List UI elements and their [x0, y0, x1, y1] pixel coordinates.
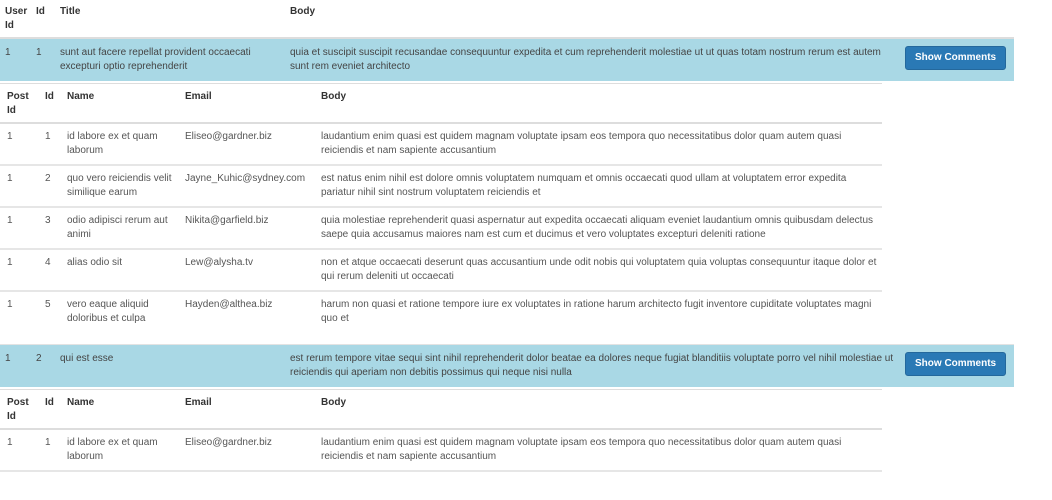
- post-title: sunt aut facere repellat provident occae…: [55, 37, 285, 81]
- comment-body: laudantium enim quasi est quidem magnam …: [314, 429, 882, 472]
- post-row: 1 1 sunt aut facere repellat provident occ…: [0, 37, 1014, 81]
- comment-email: Lew@alysha.tv: [178, 249, 314, 292]
- comment-id: 1: [38, 123, 60, 166]
- comment-body: non et atque occaecati deserunt quas acc…: [314, 249, 882, 292]
- comment-email: Hayden@althea.biz: [185, 299, 273, 310]
- posts-body: 1 1 sunt aut facere repellat provident occ…: [0, 37, 1014, 472]
- post-actions: Show Comments: [900, 344, 1014, 387]
- header-title: Title: [55, 0, 285, 39]
- post-actions: Show Comments: [900, 37, 1014, 81]
- post-title: qui est esse: [55, 344, 285, 387]
- comment-id: 1: [38, 429, 60, 472]
- header-body: Body: [285, 0, 900, 39]
- posts-header-row: User Id Id Title Body: [0, 0, 1014, 39]
- comments-header-row: Post Id Id Name Email Body: [0, 83, 882, 124]
- comments-row: Post Id Id Name Email Body 1 1 id labore ex et …: [0, 389, 1014, 472]
- comment-body: harum non quasi et ratione tempore iure …: [321, 299, 872, 324]
- comment-name: quo vero reiciendis velit similique earu…: [60, 165, 178, 208]
- comments-row: Post Id Id Name Email Body 1 1 id labore ex et …: [0, 83, 1014, 345]
- post-row: 1 2 qui est esse est rerum tempore vitae se…: [0, 344, 1014, 387]
- header-actions: [900, 0, 1014, 39]
- comment-email: Eliseo@gardner.biz: [178, 429, 314, 472]
- comment-body: est natus enim nihil est dolore omnis vo…: [314, 165, 882, 208]
- comment-email: Jayne_Kuhic@sydney.com: [178, 165, 314, 208]
- comment-email: Eliseo@gardner.biz: [178, 123, 314, 166]
- comment-row: 1 1 id labore ex et quam laborum Eliseo@gar…: [0, 123, 882, 166]
- comment-post-id: 1: [0, 207, 38, 250]
- header-user-id: User Id: [0, 0, 31, 39]
- comments-table: Post Id Id Name Email Body 1 1 id labore ex et …: [0, 83, 882, 344]
- comment-row: 1 4 alias odio sit Lew@alysha.tv non et atqu…: [0, 249, 882, 292]
- comment-name: id labore ex et quam laborum: [60, 123, 178, 166]
- comment-post-id: 1: [0, 249, 38, 292]
- header-name: Name: [60, 389, 178, 430]
- post-id: 2: [31, 344, 55, 387]
- post-user-id: 1: [0, 344, 31, 387]
- show-comments-button[interactable]: Show Comments: [905, 352, 1007, 376]
- comment-name: odio adipisci rerum aut animi: [60, 207, 178, 250]
- header-email: Email: [178, 83, 314, 124]
- comment-id: 3: [38, 207, 60, 250]
- post-body: est rerum tempore vitae sequi sint nihil…: [285, 344, 900, 387]
- comment-name: vero eaque aliquid doloribus et culpa: [67, 299, 149, 324]
- header-comment-id: Id: [38, 389, 60, 430]
- comment-row: 1 5 vero eaque aliquid doloribus et culpa H…: [0, 291, 882, 344]
- post-user-id: 1: [0, 37, 31, 81]
- post-id: 1: [31, 37, 55, 81]
- header-comment-body: Body: [314, 83, 882, 124]
- header-comment-id: Id: [38, 83, 60, 124]
- comment-email: Nikita@garfield.biz: [178, 207, 314, 250]
- comments-header-row: Post Id Id Name Email Body: [0, 389, 882, 430]
- comment-name: id labore ex et quam laborum: [60, 429, 178, 472]
- comment-post-id: 1: [0, 165, 38, 208]
- comment-body: quia molestiae reprehenderit quasi asper…: [314, 207, 882, 250]
- comment-id: 2: [38, 165, 60, 208]
- comment-row: 1 1 id labore ex et quam laborum Eliseo@gar…: [0, 429, 882, 472]
- comment-id: 4: [38, 249, 60, 292]
- comment-name: alias odio sit: [60, 249, 178, 292]
- comment-row: 1 2 quo vero reiciendis velit similique ea…: [0, 165, 882, 208]
- header-id: Id: [31, 0, 55, 39]
- comment-body: laudantium enim quasi est quidem magnam …: [314, 123, 882, 166]
- show-comments-button[interactable]: Show Comments: [905, 46, 1007, 70]
- header-comment-body: Body: [314, 389, 882, 430]
- comments-table: Post Id Id Name Email Body 1 1 id labore ex et …: [0, 389, 882, 472]
- comment-post-id: 1: [7, 299, 13, 310]
- comment-post-id: 1: [0, 123, 38, 166]
- posts-table: User Id Id Title Body 1 1 sunt aut facere …: [0, 0, 1014, 472]
- header-email: Email: [178, 389, 314, 430]
- post-body: quia et suscipit suscipit recusandae con…: [285, 37, 900, 81]
- comment-row: 1 3 odio adipisci rerum aut animi Nikita@ga…: [0, 207, 882, 250]
- header-post-id: Post Id: [0, 83, 38, 124]
- comment-post-id: 1: [0, 429, 38, 472]
- header-post-id: Post Id: [0, 389, 38, 430]
- header-name: Name: [60, 83, 178, 124]
- comment-id: 5: [45, 299, 51, 310]
